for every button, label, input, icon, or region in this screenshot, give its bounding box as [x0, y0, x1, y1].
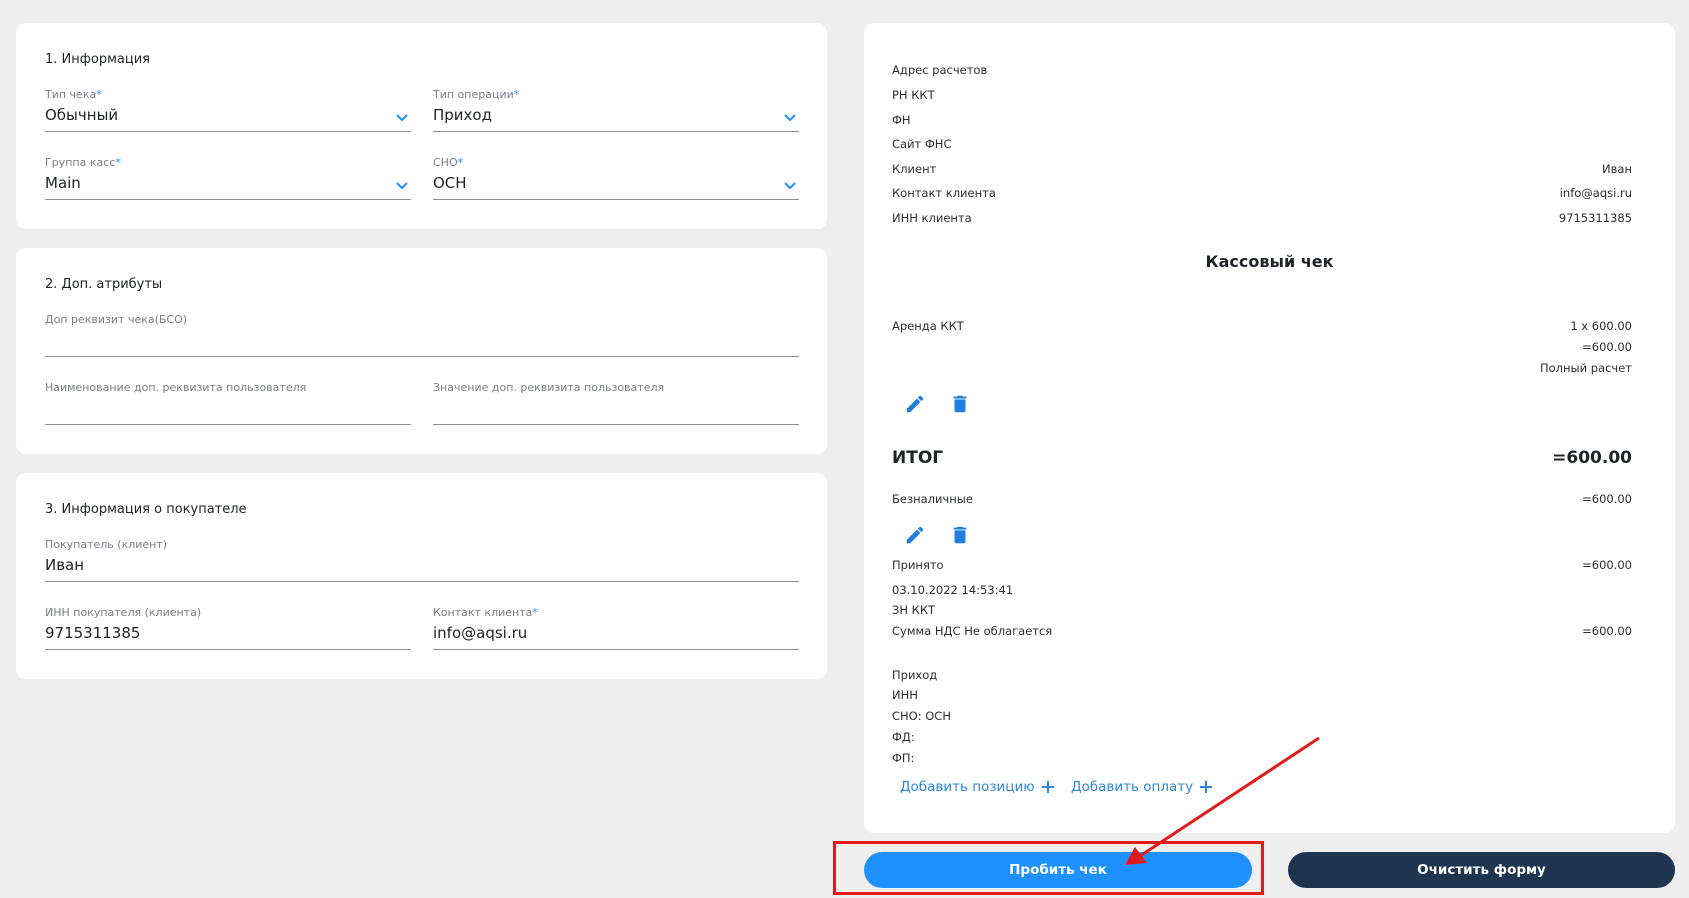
field-underline	[433, 199, 799, 200]
add-position-label: Добавить позицию	[900, 779, 1035, 795]
accepted-value: =600.00	[1582, 558, 1632, 572]
operation-type-label: Тип операции	[433, 88, 514, 101]
settlement-address-label: Адрес расчетов	[892, 63, 988, 77]
additional-requisite-label: Доп реквизит чека(БСО)	[45, 313, 188, 326]
receipt-datetime: 03.10.2022 14:53:41	[892, 583, 1014, 597]
field-underline	[433, 424, 799, 425]
edit-item-icon[interactable]	[904, 393, 926, 415]
buyer-info-card: 3. Информация о покупателе Покупатель (к…	[16, 473, 827, 679]
receipt-type-value: Обычный	[45, 106, 119, 124]
receipt-inn-label: ИНН	[892, 688, 918, 702]
client-label: Клиент	[892, 162, 937, 176]
section-title-attributes: 2. Доп. атрибуты	[45, 277, 163, 292]
total-value: =600.00	[1552, 448, 1632, 468]
chevron-down-icon[interactable]	[395, 110, 409, 124]
field-underline	[45, 131, 411, 132]
fp-label: ФП:	[892, 751, 915, 765]
delete-payment-icon[interactable]	[949, 524, 971, 546]
field-underline	[45, 424, 411, 425]
delete-item-icon[interactable]	[949, 393, 971, 415]
receipt-title: Кассовый чек	[1205, 252, 1334, 271]
receipt-preview-card: Адрес расчетов РН ККТ ФН Сайт ФНС Клиент…	[864, 23, 1675, 833]
section-title-info: 1. Информация	[45, 52, 150, 67]
vat-label: Сумма НДС Не облагается	[892, 624, 1053, 638]
item-name: Аренда ККТ	[892, 319, 964, 333]
additional-attributes-card: 2. Доп. атрибуты Доп реквизит чека(БСО) …	[16, 248, 827, 454]
info-card: 1. Информация Тип чека* Обычный Тип опер…	[16, 23, 827, 229]
chevron-down-icon[interactable]	[783, 178, 797, 192]
register-group-value: Main	[45, 174, 81, 192]
add-position-link[interactable]: Добавить позицию	[900, 779, 1055, 795]
field-underline	[45, 199, 411, 200]
tax-system-label: СНО	[433, 156, 458, 169]
vat-value: =600.00	[1582, 624, 1632, 638]
field-underline	[45, 581, 799, 582]
payment-label: Безналичные	[892, 492, 973, 506]
item-payment-method: Полный расчет	[1540, 361, 1632, 375]
tax-system-value: ОСН	[433, 174, 467, 192]
item-quantity-price: 1 x 600.00	[1570, 319, 1632, 333]
field-underline	[45, 649, 411, 650]
client-contact-value: info@aqsi.ru	[433, 624, 528, 642]
field-underline	[433, 649, 799, 650]
receipt-type-label: Тип чека	[45, 88, 97, 101]
chevron-down-icon[interactable]	[783, 110, 797, 124]
sno-label: СНО: ОСН	[892, 709, 951, 723]
field-underline	[433, 131, 799, 132]
rn-kkt-label: РН ККТ	[892, 88, 935, 102]
item-sum: =600.00	[1582, 340, 1632, 354]
accepted-label: Принято	[892, 558, 944, 572]
fd-label: ФД:	[892, 730, 915, 744]
inn-value: 9715311385	[1558, 211, 1632, 225]
client-contact-label: Контакт клиента	[433, 606, 533, 619]
total-label: ИТОГ	[892, 448, 944, 468]
buyer-label: Покупатель (клиент)	[45, 538, 168, 551]
contact-value: info@aqsi.ru	[1559, 186, 1632, 200]
plus-icon	[1200, 781, 1213, 793]
fn-label: ФН	[892, 113, 911, 127]
add-payment-link[interactable]: Добавить оплату	[1071, 779, 1213, 795]
operation-label: Приход	[892, 668, 938, 682]
buyer-inn-label: ИНН покупателя (клиента)	[45, 606, 202, 619]
section-title-buyer: 3. Информация о покупателе	[45, 502, 247, 517]
contact-label: Контакт клиента	[892, 186, 996, 200]
register-group-label: Группа касс	[45, 156, 116, 169]
edit-payment-icon[interactable]	[904, 524, 926, 546]
zn-kkt-label: ЗН ККТ	[892, 603, 936, 617]
clear-form-button[interactable]: Очистить форму	[1288, 852, 1675, 888]
user-requisite-value-label: Значение доп. реквизита пользователя	[433, 381, 665, 394]
fns-site-label: Сайт ФНС	[892, 137, 952, 151]
operation-type-value: Приход	[433, 106, 492, 124]
inn-label: ИНН клиента	[892, 211, 972, 225]
add-payment-label: Добавить оплату	[1071, 779, 1194, 795]
plus-icon	[1041, 781, 1054, 793]
chevron-down-icon[interactable]	[395, 178, 409, 192]
buyer-value: Иван	[45, 556, 85, 574]
buyer-inn-value: 9715311385	[45, 624, 141, 642]
user-requisite-name-label: Наименование доп. реквизита пользователя	[45, 381, 307, 394]
print-receipt-button[interactable]: Пробить чек	[864, 852, 1252, 888]
payment-value: =600.00	[1582, 492, 1632, 506]
client-value: Иван	[1602, 162, 1632, 176]
field-underline	[45, 356, 799, 357]
